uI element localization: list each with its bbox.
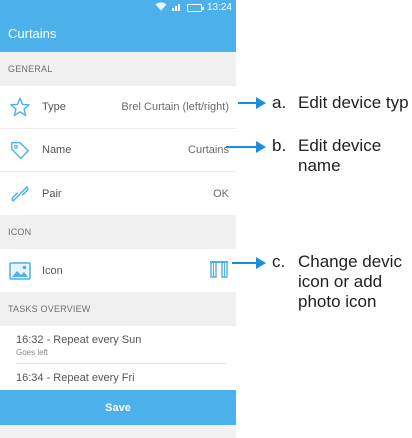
icon-row[interactable]: Icon [0,249,236,292]
name-label: Name [42,144,72,156]
type-label: Type [42,101,66,113]
pair-row[interactable]: Pair OK [0,172,236,215]
app-bar: Curtains [0,15,236,52]
bottom-spacer [0,425,236,438]
name-row[interactable]: Name Curtains [0,129,236,172]
image-icon [8,259,32,283]
signal-icon [171,2,182,13]
annotation-arrow-c [232,257,266,269]
type-value: Brel Curtain (left/right) [121,101,229,113]
icon-label: Icon [42,264,63,277]
curtain-icon[interactable] [209,260,229,281]
annotation-a: a. Edit device typ [272,93,409,112]
wifi-icon [155,2,167,13]
star-outline-icon [8,95,32,119]
status-time: 13:24 [206,2,232,13]
status-bar: 13:24 [0,0,236,15]
annotation-c: c. Change devic icon or add photo icon [272,252,402,311]
battery-icon [186,3,204,12]
section-header-general: GENERAL [0,52,236,86]
type-row[interactable]: Type Brel Curtain (left/right) [0,86,236,129]
link-icon [8,182,32,206]
page-title: Curtains [8,26,57,41]
annotation-arrow-b [226,141,266,153]
phone-screen: 13:24 Curtains GENERAL Type Brel Curtain… [0,0,236,438]
section-header-tasks: TASKS OVERVIEW [0,292,236,326]
task-item[interactable]: 16:34 - Repeat every Fri [0,364,236,390]
task-item[interactable]: 16:32 - Repeat every Sun Goes left [0,326,236,363]
task-subtitle: Goes left [16,348,49,357]
annotation-b: b. Edit device name [272,136,382,175]
save-button[interactable]: Save [0,390,236,425]
pair-label: Pair [42,187,62,200]
task-title: 16:34 - Repeat every Fri [16,372,135,384]
pair-value: OK [213,187,229,200]
task-title: 16:32 - Repeat every Sun [16,334,142,346]
annotation-arrow-a [238,97,266,109]
tag-icon [8,138,32,162]
name-value: Curtains [188,144,229,156]
section-header-icon: ICON [0,215,236,249]
